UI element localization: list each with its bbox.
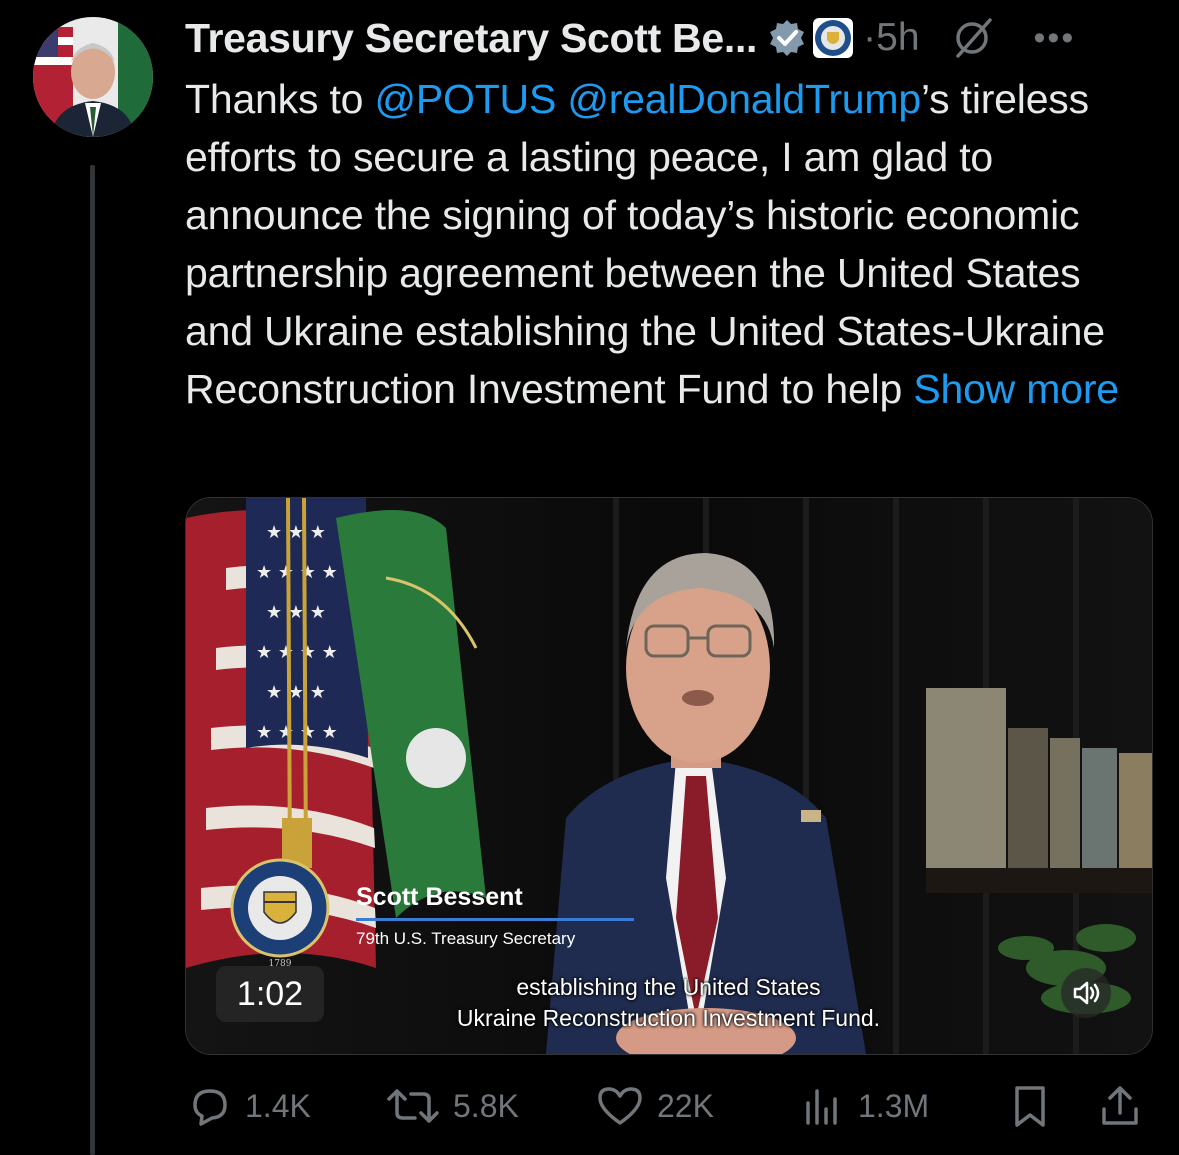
thread-line xyxy=(90,165,95,1155)
text-part: ’s tireless efforts to secure a lasting … xyxy=(185,76,1105,412)
author-avatar[interactable] xyxy=(33,17,153,137)
text-space xyxy=(556,76,567,122)
svg-text:★ ★ ★ ★: ★ ★ ★ ★ xyxy=(256,722,338,743)
speaker-name: Scott Bessent xyxy=(356,883,523,911)
video-frame: ★ ★ ★ ★ ★ ★ ★ ★ ★ ★ ★ ★ ★ ★ ★ ★ ★ ★ ★ ★ ★ 1… xyxy=(186,498,1152,1054)
video-player[interactable]: ★ ★ ★ ★ ★ ★ ★ ★ ★ ★ ★ ★ ★ ★ ★ ★ ★ ★ ★ ★ ★ xyxy=(185,497,1153,1055)
repost-button[interactable]: 5.8K xyxy=(385,1078,519,1134)
share-icon xyxy=(1102,1086,1138,1125)
time-separator: · xyxy=(863,16,877,59)
caption-line-2: Ukraine Reconstruction Investment Fund. xyxy=(456,1005,881,1031)
post-time[interactable]: ·5h xyxy=(863,16,919,60)
more-options-icon[interactable]: ••• xyxy=(1034,19,1076,58)
bookmark-button[interactable] xyxy=(1007,1078,1065,1134)
verified-badge-icon[interactable] xyxy=(767,18,807,58)
svg-text:★ ★ ★: ★ ★ ★ xyxy=(266,682,326,703)
repost-icon xyxy=(387,1089,439,1123)
reply-icon xyxy=(193,1089,227,1126)
svg-text:★ ★ ★ ★: ★ ★ ★ ★ xyxy=(256,562,338,583)
like-button[interactable]: 22K xyxy=(595,1078,714,1134)
share-button[interactable] xyxy=(1097,1078,1155,1134)
video-caption: establishing the United States Ukraine R… xyxy=(416,972,921,1034)
lower-third-divider xyxy=(356,918,634,921)
time-value: 5h xyxy=(876,16,920,59)
grok-icon[interactable] xyxy=(950,16,994,60)
svg-text:★ ★ ★ ★: ★ ★ ★ ★ xyxy=(256,642,338,663)
svg-text:★ ★ ★: ★ ★ ★ xyxy=(266,602,326,623)
author-name[interactable]: Treasury Secretary Scott Be... xyxy=(185,15,757,62)
repost-count: 5.8K xyxy=(453,1087,519,1124)
show-more-link[interactable]: Show more xyxy=(913,366,1119,412)
action-bar: 1.4K 5.8K 22K 1.3M xyxy=(185,1078,1145,1134)
treasury-seal-icon[interactable] xyxy=(813,18,854,58)
heart-icon xyxy=(598,1087,642,1125)
like-count: 22K xyxy=(657,1087,714,1124)
svg-text:★ ★ ★: ★ ★ ★ xyxy=(266,522,326,543)
bookmark-icon xyxy=(1015,1086,1045,1127)
caption-line-1: establishing the United States xyxy=(516,974,821,1000)
reply-button[interactable]: 1.4K xyxy=(187,1078,311,1134)
volume-icon[interactable] xyxy=(1061,968,1111,1018)
reply-count: 1.4K xyxy=(245,1087,311,1124)
video-duration: 1:02 xyxy=(216,966,324,1022)
views-count: 1.3M xyxy=(858,1087,930,1124)
text-part: Thanks to xyxy=(185,76,375,122)
tweet-text: Thanks to @POTUS @realDonaldTrump’s tire… xyxy=(185,70,1145,418)
views-icon xyxy=(806,1089,837,1125)
lower-third: Scott Bessent 79th U.S. Treasury Secreta… xyxy=(356,883,634,949)
views-button[interactable]: 1.3M xyxy=(800,1078,929,1134)
mention-potus[interactable]: @POTUS xyxy=(374,76,556,122)
speaker-title: 79th U.S. Treasury Secretary xyxy=(356,929,576,948)
tweet-header: Treasury Secretary Scott Be... ·5h ••• xyxy=(185,10,1160,66)
mention-realdonaldtrump[interactable]: @realDonaldTrump xyxy=(567,76,921,122)
